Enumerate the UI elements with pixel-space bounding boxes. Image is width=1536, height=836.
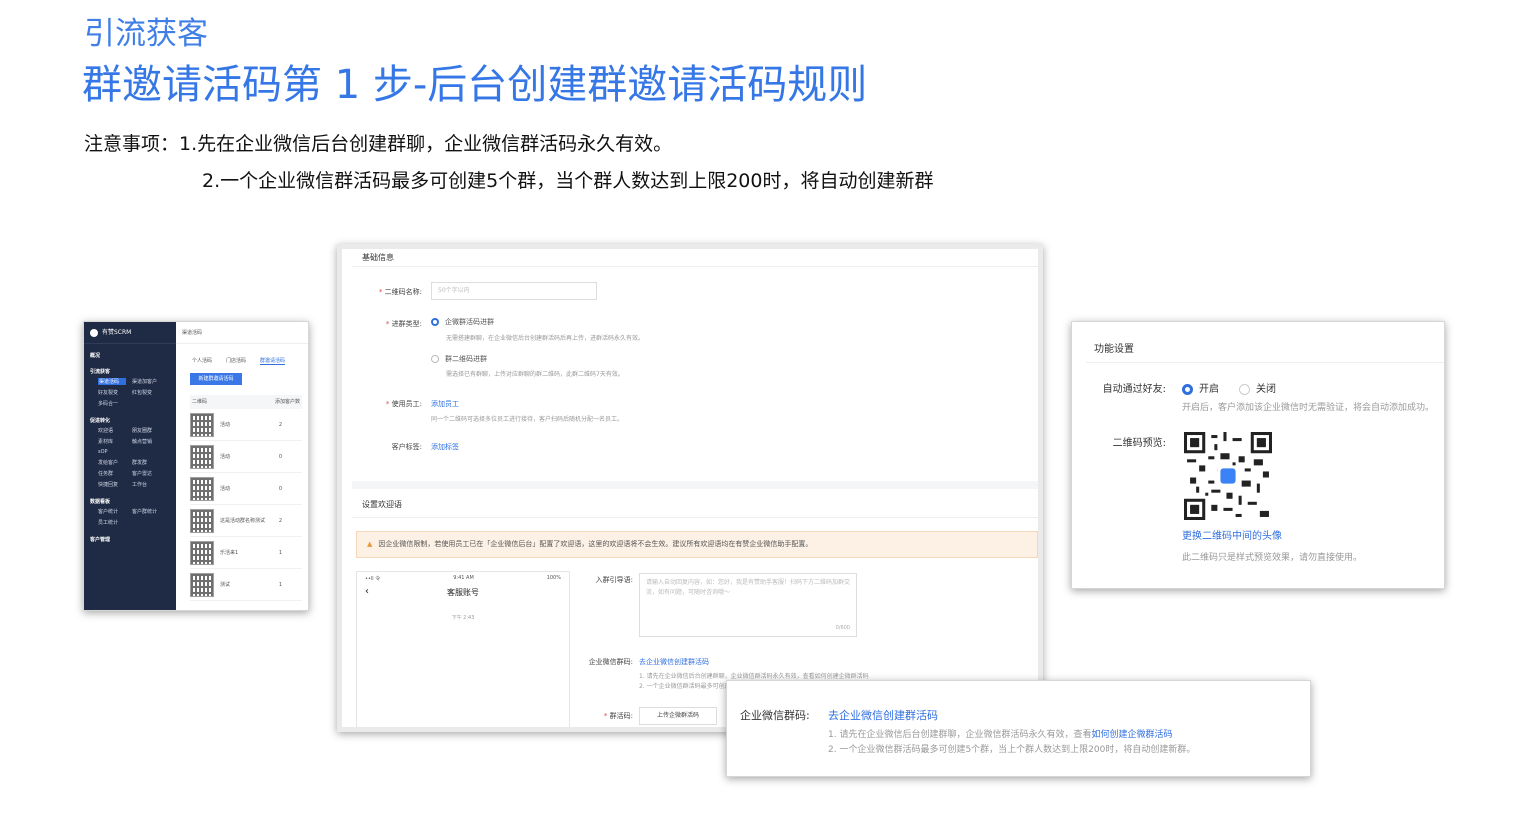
scrm-list-screenshot: 有赞SCRM 概况 引流获客 渠道活码 渠道加客户 好友裂变 红包裂变 多码合一 促…	[83, 321, 309, 611]
page-title: 群邀请活码第 1 步-后台创建群邀请活码规则	[82, 62, 868, 108]
function-settings-screenshot: 功能设置 自动通过好友: 开启 关闭 开启后，客户添加该企业微信时无需验证，将会…	[1071, 321, 1445, 589]
sidebar-item[interactable]: 客户统计	[98, 508, 126, 515]
table-row[interactable]: 测试 1	[190, 569, 302, 601]
sidebar-item[interactable]: 工作台	[132, 481, 160, 488]
upload-group-code-button[interactable]: 上传企微群活码	[639, 707, 717, 725]
qr-label: * 群活码:	[603, 712, 633, 720]
sidebar-item[interactable]: 红包裂变	[132, 389, 160, 396]
new-group-code-button[interactable]: 新建群邀请活码	[190, 373, 242, 385]
create-group-code-link[interactable]: 去企业微信创建群活码	[639, 657, 709, 667]
group-code-desc2: 2. 一个企业微信群活码最多可创建5个群，当上个群人数达到上限200时，将自动创…	[828, 745, 1196, 755]
sidebar-item[interactable]: 任务群	[98, 470, 126, 477]
brand: 有赞SCRM	[84, 322, 176, 344]
radio-on-icon	[1182, 383, 1193, 395]
qr-code-preview	[1184, 432, 1272, 520]
nav-group-overview[interactable]: 概况	[84, 348, 176, 360]
sidebar-item[interactable]: sOP	[98, 449, 126, 455]
tag-label: 客户标签:	[391, 443, 422, 451]
name-label: * 二维码名称:	[378, 288, 422, 296]
nav-group-dashboard[interactable]: 数据看板	[84, 494, 176, 506]
qr-code-thumb	[190, 508, 214, 533]
warning-banner: ▲ 因企业微信限制，若使用员工已在「企业微信后台」配置了欢迎语，这里的欢迎语将不会…	[356, 531, 1038, 558]
table-row[interactable]: 活动 2	[190, 409, 302, 441]
phone-preview: ••ll 令 9:41 AM 100% ‹ 客服账号 下午 2:43	[356, 571, 570, 727]
group-code-detail-screenshot: 企业微信群码: 去企业微信创建群活码 1. 请先在企业微信后台创建群聊，企业微信…	[726, 680, 1311, 777]
table-header: 二维码 添加客户数	[190, 395, 302, 409]
group-code-desc1: 1. 请先在企业微信后台创建群聊，企业微信群活码永久有效，查看如何创建企微群活码	[828, 730, 1173, 740]
create-group-code-link[interactable]: 去企业微信创建群活码	[828, 707, 938, 723]
sidebar: 有赞SCRM 概况 引流获客 渠道活码 渠道加客户 好友裂变 红包裂变 多码合一 促…	[84, 322, 176, 610]
tab-group-invite-code[interactable]: 群邀请活码	[260, 357, 286, 365]
list-main: 渠道活码 个人活码 门店活码 群邀请活码 新建群邀请活码 二维码 添加客户数 活…	[176, 322, 308, 610]
guide-textarea[interactable]: 请输入自动回复内容，如：您好，我是有赞助手客服！扫码下方二维码加群交流，如有问题…	[639, 573, 857, 637]
type-option-group-code[interactable]: 企微群活码进群	[431, 317, 494, 327]
category-heading: 引流获客	[84, 16, 208, 52]
note-line-1: 注意事项：1.先在企业微信后台创建群聊，企业微信群活码永久有效。	[84, 133, 673, 155]
how-to-create-link[interactable]: 如何创建企微群活码	[1091, 730, 1172, 740]
sidebar-item[interactable]: 素材库	[98, 438, 126, 445]
nav-group-customers[interactable]: 客户管理	[84, 532, 176, 544]
group-code-desc1: 1. 请先在企业微信后台创建群聊，企业微信群活码永久有效，查看如何创建企微群活码	[639, 673, 869, 680]
breadcrumb: 渠道活码	[176, 322, 308, 344]
qr-name-input[interactable]: 50个字以内	[431, 282, 597, 300]
sidebar-item[interactable]: 客户群统计	[132, 508, 160, 515]
warning-icon: ▲	[367, 540, 373, 548]
group-code-label: 企业微信群码:	[588, 658, 633, 666]
table-row[interactable]: 乐活来1 1	[190, 537, 302, 569]
sidebar-item[interactable]: 欢迎语	[98, 427, 126, 434]
table-row[interactable]: 活动 0	[190, 473, 302, 505]
group-code-label: 企业微信群码:	[740, 709, 810, 722]
sidebar-item[interactable]: 触点营销	[132, 438, 160, 445]
staff-desc: 同一个二维码可选择多位员工进行接待，客户扫码后随机分配一名员工。	[431, 416, 624, 423]
settings-heading: 功能设置	[1094, 344, 1134, 355]
add-staff-link[interactable]: 添加员工	[431, 399, 459, 409]
qr-preview-hint: 此二维码只是样式预览效果，请勿直接使用。	[1182, 553, 1363, 563]
type-option1-desc: 无需搭建群聊，在企业微信后台创建群活码后再上传，进群活码永久有效。	[446, 335, 645, 342]
qr-code-thumb	[190, 540, 214, 565]
auto-accept-hint: 开启后，客户添加该企业微信时无需验证，将会自动添加成功。	[1182, 403, 1435, 413]
auto-accept-on[interactable]: 开启	[1182, 380, 1219, 395]
tab-store-code[interactable]: 门店活码	[226, 357, 246, 365]
type-label: * 进群类型:	[385, 320, 422, 328]
auto-accept-label: 自动通过好友:	[1102, 384, 1166, 395]
note-line-2: 2.一个企业微信群活码最多可创建5个群，当个群人数达到上限200时，将自动创建新…	[202, 170, 934, 192]
add-tag-link[interactable]: 添加标签	[431, 442, 459, 452]
sidebar-item[interactable]: 员工统计	[98, 519, 126, 526]
sidebar-item[interactable]: 快捷回复	[98, 481, 126, 488]
type-option2-desc: 需选择已有群聊，上传对应群聊的群二维码，此群二维码7天有效。	[446, 371, 624, 378]
sidebar-item[interactable]: 多码合一	[98, 400, 126, 407]
sidebar-item[interactable]: 朋友圈群	[132, 427, 160, 434]
sidebar-item[interactable]: 发给客户	[98, 459, 126, 466]
tab-personal-code[interactable]: 个人活码	[192, 357, 212, 365]
group-code-form-screenshot: 基础信息 * 二维码名称: 50个字以内 * 进群类型: 企微群活码进群 无需搭…	[337, 244, 1043, 732]
section-welcome: 设置欢迎语	[362, 500, 402, 509]
sidebar-item-channel-code[interactable]: 渠道活码	[98, 378, 126, 385]
qr-code-thumb	[190, 572, 214, 597]
guide-label: 入群引导语:	[595, 576, 633, 584]
qr-code-thumb	[190, 476, 214, 501]
radio-off-icon	[1239, 383, 1250, 395]
nav-group-acquisition[interactable]: 引流获客	[84, 364, 176, 376]
sidebar-item[interactable]: 群发群	[132, 459, 160, 466]
auto-accept-off[interactable]: 关闭	[1239, 380, 1276, 395]
sidebar-item[interactable]: 好友裂变	[98, 389, 126, 396]
table-row[interactable]: 活动 0	[190, 441, 302, 473]
nav-group-conversion[interactable]: 促进转化	[84, 413, 176, 425]
qr-preview-label: 二维码预览:	[1112, 438, 1166, 449]
sidebar-item[interactable]: 客户雷达	[132, 470, 160, 477]
table-row[interactable]: 这是活动群名称测试 2	[190, 505, 302, 537]
staff-label: * 使用员工:	[385, 400, 422, 408]
section-basic-info: 基础信息	[362, 253, 394, 262]
qr-code-thumb	[190, 444, 214, 469]
back-arrow-icon: ‹	[365, 586, 369, 597]
logo-icon	[90, 328, 98, 337]
radio-off-icon	[431, 355, 439, 363]
radio-on-icon	[431, 318, 439, 326]
type-option-group-qr[interactable]: 群二维码进群	[431, 354, 487, 364]
qr-code-thumb	[190, 412, 214, 437]
change-avatar-link[interactable]: 更换二维码中间的头像	[1182, 527, 1282, 542]
sidebar-item[interactable]: 渠道加客户	[132, 378, 160, 385]
